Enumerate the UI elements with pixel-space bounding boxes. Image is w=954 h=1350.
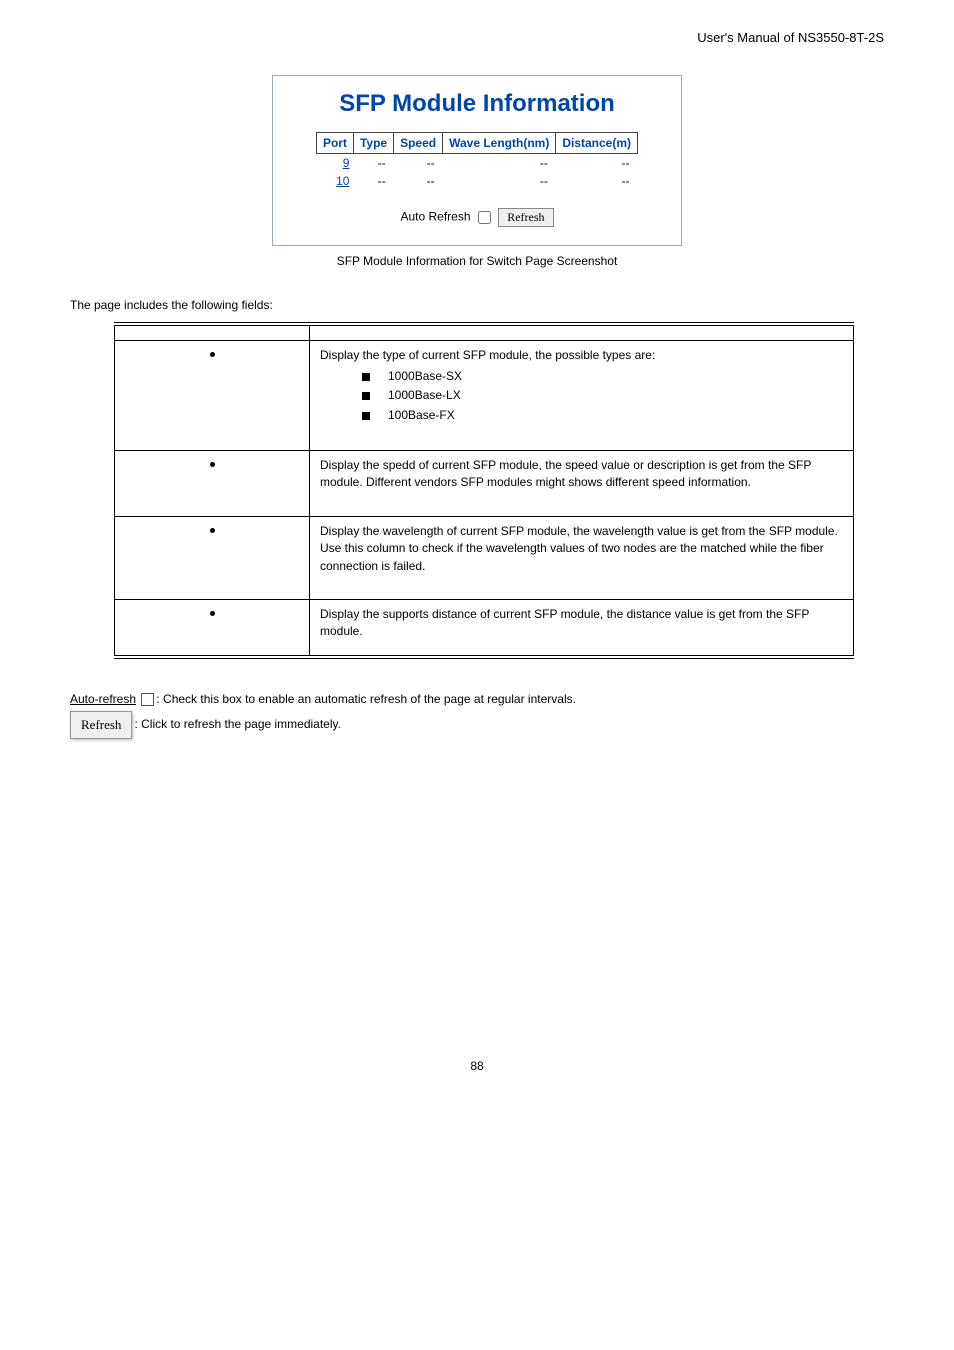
bullet-icon (210, 611, 215, 616)
desc-text: Display the type of current SFP module, … (320, 348, 655, 362)
field-row-distance: Display the supports distance of current… (115, 600, 854, 657)
type-list: 1000Base-SX 1000Base-LX 100Base-FX (362, 368, 843, 424)
field-object (115, 600, 310, 657)
bullet-icon (210, 462, 215, 467)
cell: -- (443, 154, 556, 173)
sfp-title: SFP Module Information (283, 90, 671, 118)
col-port: Port (316, 133, 353, 154)
cell: -- (556, 172, 638, 190)
refresh-footer-text: : Click to refresh the page immediately. (134, 717, 341, 731)
refresh-button[interactable]: Refresh (498, 208, 553, 227)
page-number: 88 (70, 1059, 884, 1073)
port-link-10[interactable]: 10 (316, 172, 353, 190)
field-row-speed: Display the spedd of current SFP module,… (115, 451, 854, 517)
refresh-button-image: Refresh (70, 711, 132, 739)
auto-refresh-label: Auto Refresh (400, 210, 470, 224)
fields-table: Display the type of current SFP module, … (114, 322, 854, 659)
auto-refresh-footer-text: : Check this box to enable an automatic … (156, 692, 576, 706)
table-header-empty (115, 324, 854, 340)
cell: -- (353, 154, 393, 173)
list-item-label: 1000Base-SX (388, 369, 462, 383)
field-row-wavelength: Display the wavelength of current SFP mo… (115, 516, 854, 599)
cell: -- (394, 154, 443, 173)
table-row: 10 -- -- -- -- (316, 172, 637, 190)
field-description: Display the supports distance of current… (310, 600, 854, 657)
cell: -- (556, 154, 638, 173)
table-row: 9 -- -- -- -- (316, 154, 637, 173)
col-type: Type (353, 133, 393, 154)
field-description: Display the wavelength of current SFP mo… (310, 516, 854, 599)
cell: -- (443, 172, 556, 190)
table-header-row: Port Type Speed Wave Length(nm) Distance… (316, 133, 637, 154)
intro-text: The page includes the following fields: (70, 298, 884, 312)
sfp-table: Port Type Speed Wave Length(nm) Distance… (316, 132, 638, 190)
checkbox-icon (141, 693, 154, 706)
auto-refresh-footer-label: Auto-refresh (70, 692, 136, 706)
field-description: Display the spedd of current SFP module,… (310, 451, 854, 517)
cell: -- (394, 172, 443, 190)
field-object (115, 340, 310, 451)
col-wave: Wave Length(nm) (443, 133, 556, 154)
field-object (115, 451, 310, 517)
auto-refresh-checkbox[interactable] (478, 211, 491, 224)
list-item-label: 1000Base-LX (388, 388, 461, 402)
col-speed: Speed (394, 133, 443, 154)
square-icon (362, 392, 370, 400)
sfp-module-panel: SFP Module Information Port Type Speed W… (272, 75, 682, 246)
page-header: User's Manual of NS3550-8T-2S (70, 30, 884, 45)
col-dist: Distance(m) (556, 133, 638, 154)
screenshot-caption: SFP Module Information for Switch Page S… (70, 254, 884, 268)
cell: -- (353, 172, 393, 190)
bullet-icon (210, 352, 215, 357)
square-icon (362, 373, 370, 381)
port-link-9[interactable]: 9 (316, 154, 353, 173)
field-row-type: Display the type of current SFP module, … (115, 340, 854, 451)
square-icon (362, 412, 370, 420)
bullet-icon (210, 528, 215, 533)
auto-refresh-row: Auto Refresh Refresh (283, 208, 671, 227)
footer-notes: Auto-refresh : Check this box to enable … (70, 689, 884, 739)
field-object (115, 516, 310, 599)
field-description: Display the type of current SFP module, … (310, 340, 854, 451)
list-item-label: 100Base-FX (388, 408, 455, 422)
